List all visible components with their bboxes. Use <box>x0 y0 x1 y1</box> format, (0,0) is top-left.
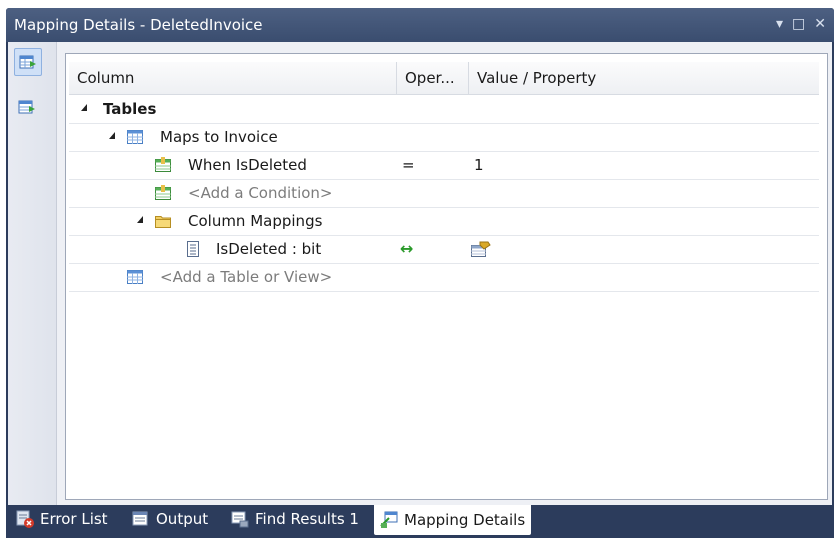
tables-label: Tables <box>103 100 157 118</box>
window-position-dropdown-icon[interactable]: ▾ <box>776 15 783 33</box>
add-condition-label[interactable]: <Add a Condition> <box>188 179 333 207</box>
error-list-icon <box>16 510 34 528</box>
side-toolbar <box>8 42 57 505</box>
tree-row-column-mapping[interactable]: IsDeleted : bit ↔ <box>69 235 819 264</box>
condition-icon <box>155 157 171 172</box>
tab-find-results-label: Find Results 1 <box>255 510 359 528</box>
collapse-arrow-icon[interactable] <box>109 132 115 139</box>
close-icon[interactable]: ✕ <box>814 15 826 33</box>
folder-icon <box>155 216 171 228</box>
map-entity-to-functions-button[interactable] <box>14 94 40 120</box>
property-icon[interactable] <box>470 241 492 257</box>
column-header-column[interactable]: Column <box>69 62 397 94</box>
tab-find-results[interactable]: Find Results 1 <box>231 505 359 533</box>
grid-header: Column Oper... Value / Property <box>69 62 819 95</box>
tree-row-add-condition[interactable]: <Add a Condition> <box>69 179 819 208</box>
tab-output-label: Output <box>156 510 209 528</box>
title-bar[interactable]: Mapping Details - DeletedInvoice ▾ □ ✕ <box>6 8 834 42</box>
column-mappings-label: Column Mappings <box>188 212 323 230</box>
map-entity-to-functions-icon <box>18 100 35 114</box>
tab-mapping-details-label: Mapping Details <box>404 511 526 529</box>
tab-error-list-label: Error List <box>40 510 108 528</box>
maximize-icon[interactable]: □ <box>792 15 805 33</box>
map-entity-to-tables-icon <box>19 55 36 69</box>
column-icon <box>187 241 199 257</box>
tree-row-condition[interactable]: When IsDeleted = 1 <box>69 151 819 180</box>
collapse-arrow-icon[interactable] <box>81 104 87 111</box>
add-condition-icon <box>155 185 171 200</box>
map-entity-to-tables-button[interactable] <box>14 48 42 76</box>
tab-mapping-details[interactable]: Mapping Details <box>374 505 532 535</box>
mapping-grid: Column Oper... Value / Property Tables M… <box>65 53 828 500</box>
tree-row-tables[interactable]: Tables <box>69 95 819 124</box>
collapse-arrow-icon[interactable] <box>137 216 143 223</box>
column-header-value-property[interactable]: Value / Property <box>469 62 819 94</box>
maps-to-label: Maps to Invoice <box>160 128 278 146</box>
find-results-icon <box>231 511 249 528</box>
window-controls: ▾ □ ✕ <box>776 15 826 33</box>
table-icon <box>127 270 143 284</box>
column-header-operator[interactable]: Oper... <box>397 62 469 94</box>
condition-value[interactable]: 1 <box>474 151 484 179</box>
tab-output[interactable]: Output <box>132 505 208 533</box>
tree-row-maps-to[interactable]: Maps to Invoice <box>69 123 819 152</box>
window-title: Mapping Details - DeletedInvoice <box>14 16 263 34</box>
tree-row-add-table[interactable]: <Add a Table or View> <box>69 263 819 292</box>
tool-window: Mapping Details - DeletedInvoice ▾ □ ✕ C… <box>6 8 834 538</box>
bidirectional-mapping-arrow-icon[interactable]: ↔ <box>400 235 413 263</box>
add-table-label[interactable]: <Add a Table or View> <box>160 263 332 291</box>
window-client-area: Column Oper... Value / Property Tables M… <box>8 42 832 505</box>
table-icon <box>127 130 143 144</box>
condition-operator[interactable]: = <box>402 151 415 179</box>
mapping-details-icon <box>380 511 398 528</box>
column-mapping-label: IsDeleted : bit <box>216 240 322 258</box>
tree-row-column-mappings[interactable]: Column Mappings <box>69 207 819 236</box>
tab-error-list[interactable]: Error List <box>16 505 108 533</box>
condition-label: When IsDeleted <box>188 156 307 174</box>
output-icon <box>132 511 148 526</box>
tool-window-tabs: Error List Output Find Results 1 Mapping… <box>6 505 834 538</box>
